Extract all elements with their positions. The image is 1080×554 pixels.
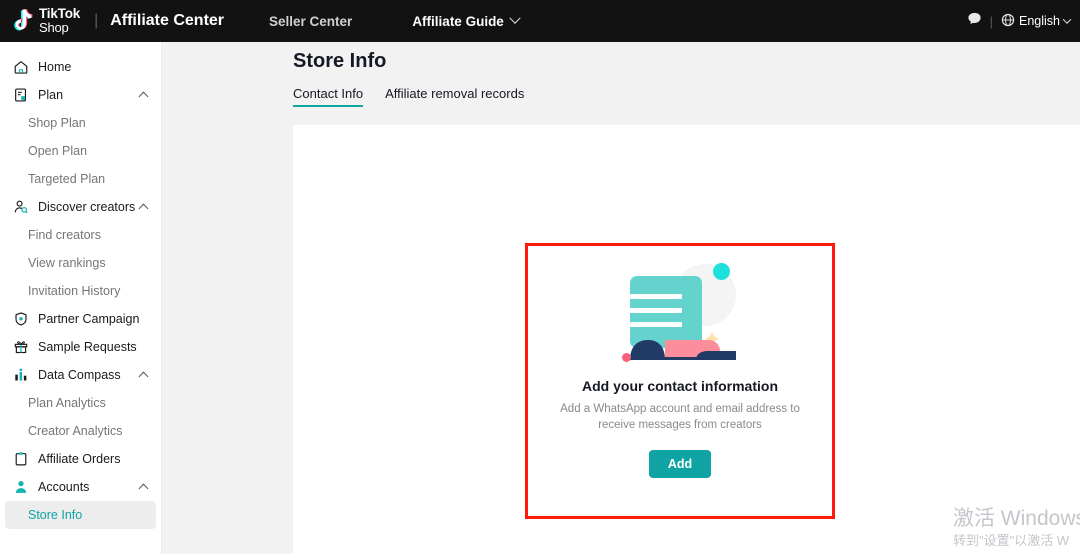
sidebar-item-affiliate-orders[interactable]: Affiliate Orders bbox=[0, 445, 161, 473]
chevron-up-icon bbox=[139, 203, 149, 213]
bar-chart-icon bbox=[12, 367, 29, 384]
sidebar-item-shop-plan[interactable]: Shop Plan bbox=[0, 109, 161, 137]
sidebar-item-invitation-history-label: Invitation History bbox=[28, 284, 120, 298]
sidebar-item-open-plan[interactable]: Open Plan bbox=[0, 137, 161, 165]
sidebar-item-partner-campaign[interactable]: Partner Campaign bbox=[0, 305, 161, 333]
empty-state-contact-info: Add your contact information Add a Whats… bbox=[525, 243, 835, 519]
language-label: English bbox=[1019, 14, 1060, 28]
sidebar-item-find-creators[interactable]: Find creators bbox=[0, 221, 161, 249]
nav-item-seller-center-label: Seller Center bbox=[269, 14, 352, 29]
tiktok-note-icon bbox=[12, 8, 34, 34]
tab-contact-info[interactable]: Contact Info bbox=[293, 86, 363, 107]
chat-bubble-icon[interactable] bbox=[967, 11, 982, 31]
chevron-down-icon bbox=[509, 13, 520, 24]
person-icon bbox=[12, 479, 29, 496]
shield-icon bbox=[12, 311, 29, 328]
sidebar-item-plan-analytics[interactable]: Plan Analytics bbox=[0, 389, 161, 417]
sidebar-item-open-plan-label: Open Plan bbox=[28, 144, 87, 158]
nav-item-affiliate-guide-label: Affiliate Guide bbox=[412, 14, 504, 29]
sidebar-item-store-info[interactable]: Store Info bbox=[5, 501, 156, 529]
gift-icon bbox=[12, 339, 29, 356]
nav-item-affiliate-guide[interactable]: Affiliate Guide bbox=[412, 14, 519, 29]
logo-wordmark: TikTok Shop bbox=[39, 7, 80, 34]
tab-affiliate-removal-records[interactable]: Affiliate removal records bbox=[385, 86, 524, 107]
top-navigation-bar: TikTok Shop | Affiliate Center Seller Ce… bbox=[0, 0, 1080, 42]
app-root: TikTok Shop | Affiliate Center Seller Ce… bbox=[0, 0, 1080, 554]
sidebar-item-data-compass-label: Data Compass bbox=[38, 368, 121, 382]
topbar-separator: | bbox=[990, 14, 993, 29]
tab-bar: Contact Info Affiliate removal records bbox=[293, 86, 524, 107]
sidebar-item-creator-analytics-label: Creator Analytics bbox=[28, 424, 122, 438]
illustration-pink-dot bbox=[622, 353, 631, 362]
tiktok-shop-logo[interactable]: TikTok Shop bbox=[0, 7, 80, 34]
sidebar-item-sample-requests-label: Sample Requests bbox=[38, 340, 137, 354]
plan-document-icon bbox=[12, 87, 29, 104]
logo-line-1: TikTok bbox=[39, 7, 80, 21]
clipboard-icon bbox=[12, 451, 29, 468]
sidebar-item-discover-creators-label: Discover creators bbox=[38, 200, 135, 214]
sidebar-item-accounts-label: Accounts bbox=[38, 480, 89, 494]
page-title: Store Info bbox=[293, 50, 386, 73]
illustration-doc-line bbox=[630, 308, 682, 313]
empty-state-subtitle: Add a WhatsApp account and email address… bbox=[560, 401, 800, 434]
sidebar-item-sample-requests[interactable]: Sample Requests bbox=[0, 333, 161, 361]
sidebar-item-shop-plan-label: Shop Plan bbox=[28, 116, 86, 130]
sidebar-item-store-info-label: Store Info bbox=[28, 508, 82, 522]
globe-icon bbox=[1001, 13, 1015, 30]
home-icon bbox=[12, 59, 29, 76]
sidebar-item-data-compass[interactable]: Data Compass bbox=[0, 361, 161, 389]
sidebar-item-affiliate-orders-label: Affiliate Orders bbox=[38, 452, 120, 466]
sidebar-item-targeted-plan-label: Targeted Plan bbox=[28, 172, 105, 186]
sidebar-item-home-label: Home bbox=[38, 60, 71, 74]
sidebar-item-accounts[interactable]: Accounts bbox=[0, 473, 161, 501]
watermark-line-2: 转到"设置"以激活 W bbox=[953, 532, 1080, 550]
app-brand-title: Affiliate Center bbox=[110, 12, 224, 30]
tab-contact-info-label: Contact Info bbox=[293, 86, 363, 101]
sidebar-item-find-creators-label: Find creators bbox=[28, 228, 101, 242]
chevron-up-icon bbox=[139, 371, 149, 381]
logo-line-2: Shop bbox=[39, 21, 80, 34]
sidebar-item-targeted-plan[interactable]: Targeted Plan bbox=[0, 165, 161, 193]
language-selector[interactable]: English bbox=[1001, 13, 1070, 30]
chevron-up-icon bbox=[139, 483, 149, 493]
topbar-right-controls: | English bbox=[967, 0, 1070, 42]
illustration-doc-line bbox=[630, 294, 682, 299]
sidebar-item-partner-campaign-label: Partner Campaign bbox=[38, 312, 139, 326]
tab-affiliate-removal-records-label: Affiliate removal records bbox=[385, 86, 524, 101]
person-search-icon bbox=[12, 199, 29, 216]
sidebar-item-creator-analytics[interactable]: Creator Analytics bbox=[0, 417, 161, 445]
sidebar-item-view-rankings-label: View rankings bbox=[28, 256, 106, 270]
empty-state-title: Add your contact information bbox=[582, 378, 778, 394]
add-button[interactable]: Add bbox=[649, 450, 711, 478]
logo-divider: | bbox=[94, 12, 98, 30]
sidebar-item-plan[interactable]: Plan bbox=[0, 81, 161, 109]
watermark-line-1: 激活 Windows bbox=[953, 506, 1080, 532]
contact-document-illustration bbox=[620, 258, 740, 366]
sidebar-item-plan-analytics-label: Plan Analytics bbox=[28, 396, 106, 410]
illustration-cyan-dot bbox=[713, 263, 730, 280]
illustration-base-shapes bbox=[620, 326, 740, 360]
windows-activation-watermark: 激活 Windows 转到"设置"以激活 W bbox=[953, 506, 1080, 550]
chevron-up-icon bbox=[139, 91, 149, 101]
sidebar-item-invitation-history[interactable]: Invitation History bbox=[0, 277, 161, 305]
sidebar-item-home[interactable]: Home bbox=[0, 53, 161, 81]
sidebar-item-discover-creators[interactable]: Discover creators bbox=[0, 193, 161, 221]
sidebar-item-plan-label: Plan bbox=[38, 88, 63, 102]
nav-item-seller-center[interactable]: Seller Center bbox=[269, 14, 352, 29]
sidebar-item-view-rankings[interactable]: View rankings bbox=[0, 249, 161, 277]
sidebar-navigation: Home Plan Shop Plan Open Plan Targeted P… bbox=[0, 42, 162, 554]
chevron-down-icon bbox=[1063, 15, 1071, 23]
